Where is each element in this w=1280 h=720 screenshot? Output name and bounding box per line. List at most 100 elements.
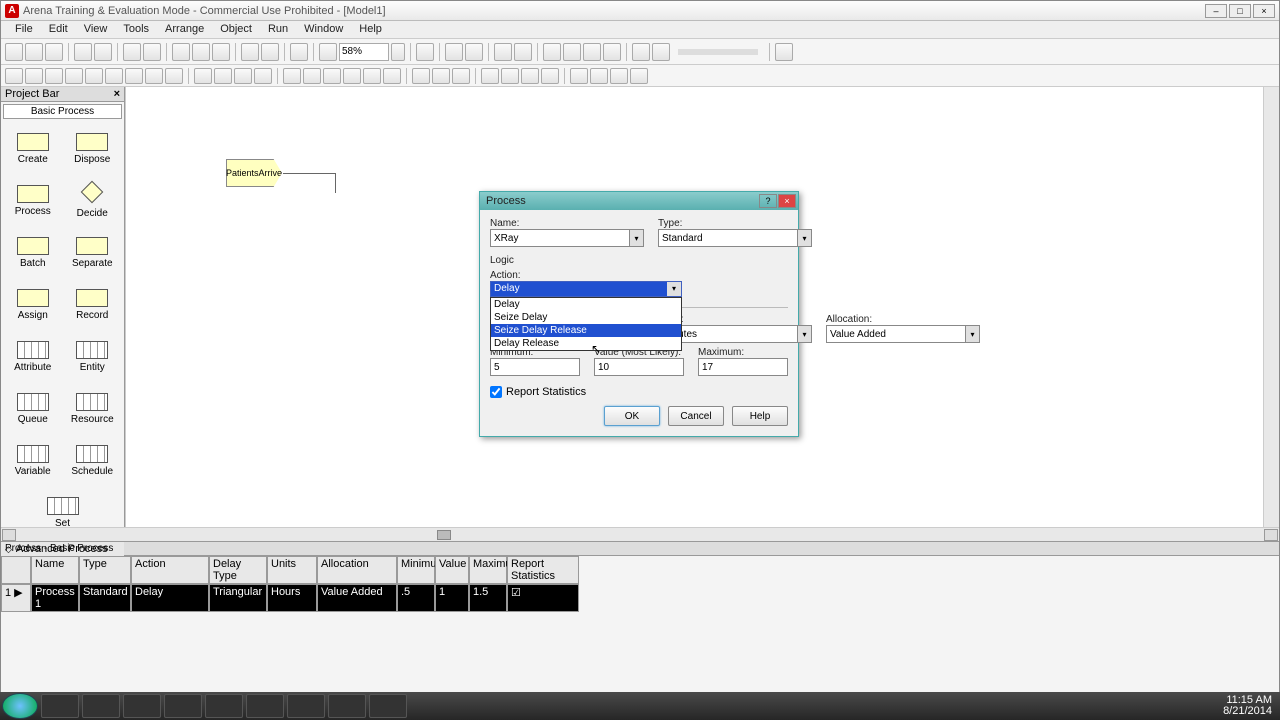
cut-icon[interactable] — [172, 43, 190, 61]
task-ie[interactable] — [246, 694, 284, 718]
ok-button[interactable]: OK — [604, 406, 660, 426]
module-set[interactable]: Set — [3, 489, 122, 537]
dialog-close-icon[interactable]: × — [778, 194, 796, 208]
table-row[interactable]: 1 ▶ Process 1 Standard Delay Triangular … — [1, 584, 1279, 612]
action-option-delay-release[interactable]: Delay Release — [491, 337, 681, 350]
bg-color-icon[interactable] — [254, 68, 272, 84]
maximize-button[interactable]: □ — [1229, 4, 1251, 18]
help-button[interactable]: Help — [732, 406, 788, 426]
mode-input[interactable] — [594, 358, 684, 376]
counter-icon[interactable] — [541, 68, 559, 84]
tray-clock[interactable]: 11:15 AM 8/21/2014 — [1223, 695, 1272, 717]
print-icon[interactable] — [123, 43, 141, 61]
fastfwd-icon[interactable] — [583, 43, 601, 61]
layers-icon[interactable] — [290, 43, 308, 61]
action-combo[interactable]: Delay ▾ Delay Seize Delay Seize Delay Re… — [490, 281, 682, 297]
report-stats-checkbox[interactable] — [490, 386, 502, 398]
task-office[interactable] — [123, 694, 161, 718]
module-separate[interactable]: Separate — [66, 229, 118, 277]
allocation-input[interactable] — [826, 325, 966, 343]
module-variable[interactable]: Variable — [7, 437, 59, 485]
line-width-icon[interactable] — [283, 68, 301, 84]
type-input[interactable] — [658, 229, 798, 247]
task-firefox[interactable] — [82, 694, 120, 718]
box-icon[interactable] — [105, 68, 123, 84]
col-report[interactable]: Report Statistics — [507, 556, 579, 584]
distribute-icon[interactable] — [363, 68, 381, 84]
flip-icon[interactable] — [383, 68, 401, 84]
action-option-delay[interactable]: Delay — [491, 298, 681, 311]
vertical-scrollbar[interactable] — [1263, 87, 1279, 527]
col-action[interactable]: Action — [131, 556, 209, 584]
col-units[interactable]: Units — [267, 556, 317, 584]
module-entity[interactable]: Entity — [66, 333, 118, 381]
bezier-icon[interactable] — [85, 68, 103, 84]
save-icon[interactable] — [45, 43, 63, 61]
scroll-left-icon[interactable] — [2, 529, 16, 541]
tray-volume-icon[interactable] — [1206, 699, 1220, 713]
clock-icon[interactable] — [412, 68, 430, 84]
task-vlc[interactable] — [205, 694, 243, 718]
animate-queue-icon[interactable] — [630, 68, 648, 84]
col-rowhead[interactable] — [1, 556, 31, 584]
go-icon[interactable] — [543, 43, 561, 61]
pause-icon[interactable] — [603, 43, 621, 61]
fill-color-icon[interactable] — [194, 68, 212, 84]
polyline-icon[interactable] — [45, 68, 63, 84]
stop-icon[interactable] — [652, 43, 670, 61]
check-icon[interactable] — [514, 43, 532, 61]
arc-icon[interactable] — [65, 68, 83, 84]
menu-edit[interactable]: Edit — [41, 21, 76, 38]
paste-icon[interactable] — [212, 43, 230, 61]
attach-icon[interactable] — [74, 43, 92, 61]
date-icon[interactable] — [432, 68, 450, 84]
context-help-icon[interactable] — [775, 43, 793, 61]
level-icon[interactable] — [521, 68, 539, 84]
tray-flag-icon[interactable] — [1172, 699, 1186, 713]
module-create[interactable]: Create — [7, 125, 59, 173]
undo-icon[interactable] — [241, 43, 259, 61]
project-bar-close-icon[interactable]: × — [114, 88, 120, 100]
module-resource[interactable]: Resource — [66, 385, 118, 433]
menu-file[interactable]: File — [7, 21, 41, 38]
task-explorer[interactable] — [41, 694, 79, 718]
col-type[interactable]: Type — [79, 556, 131, 584]
zoom-input[interactable] — [339, 43, 389, 61]
name-dropdown-icon[interactable]: ▾ — [630, 229, 644, 247]
name-input[interactable] — [490, 229, 630, 247]
dialog-help-icon[interactable]: ? — [759, 194, 777, 208]
allocation-dropdown-icon[interactable]: ▾ — [966, 325, 980, 343]
task-notepad[interactable] — [328, 694, 366, 718]
module-assign[interactable]: Assign — [7, 281, 59, 329]
action-option-seize-delay[interactable]: Seize Delay — [491, 311, 681, 324]
line-color-icon[interactable] — [214, 68, 232, 84]
copy-icon[interactable] — [192, 43, 210, 61]
tray-network-icon[interactable] — [1189, 699, 1203, 713]
col-max[interactable]: Maximum — [469, 556, 507, 584]
units-dropdown-icon[interactable]: ▾ — [798, 325, 812, 343]
type-dropdown-icon[interactable]: ▾ — [798, 229, 812, 247]
detach-icon[interactable] — [94, 43, 112, 61]
min-input[interactable] — [490, 358, 580, 376]
col-delaytype[interactable]: Delay Type — [209, 556, 267, 584]
polygon-icon[interactable] — [125, 68, 143, 84]
line-style-icon[interactable] — [303, 68, 321, 84]
menu-help[interactable]: Help — [351, 21, 390, 38]
arrow-style-icon[interactable] — [323, 68, 341, 84]
variable-icon[interactable] — [452, 68, 470, 84]
task-media[interactable] — [164, 694, 202, 718]
node-patients-arrive[interactable]: PatientsArrive — [226, 159, 282, 187]
close-button[interactable]: × — [1253, 4, 1275, 18]
parent-icon[interactable] — [465, 43, 483, 61]
scroll-thumb[interactable] — [437, 530, 451, 540]
zoom-icon[interactable] — [319, 43, 337, 61]
action-option-seize-delay-release[interactable]: Seize Delay Release — [491, 324, 681, 337]
max-input[interactable] — [698, 358, 788, 376]
animate-entity-icon[interactable] — [570, 68, 588, 84]
module-schedule[interactable]: Schedule — [66, 437, 118, 485]
pointer-icon[interactable] — [5, 68, 23, 84]
menu-run[interactable]: Run — [260, 21, 296, 38]
line-icon[interactable] — [25, 68, 43, 84]
action-dropdown-icon[interactable]: ▾ — [667, 282, 681, 296]
module-attribute[interactable]: Attribute — [7, 333, 59, 381]
